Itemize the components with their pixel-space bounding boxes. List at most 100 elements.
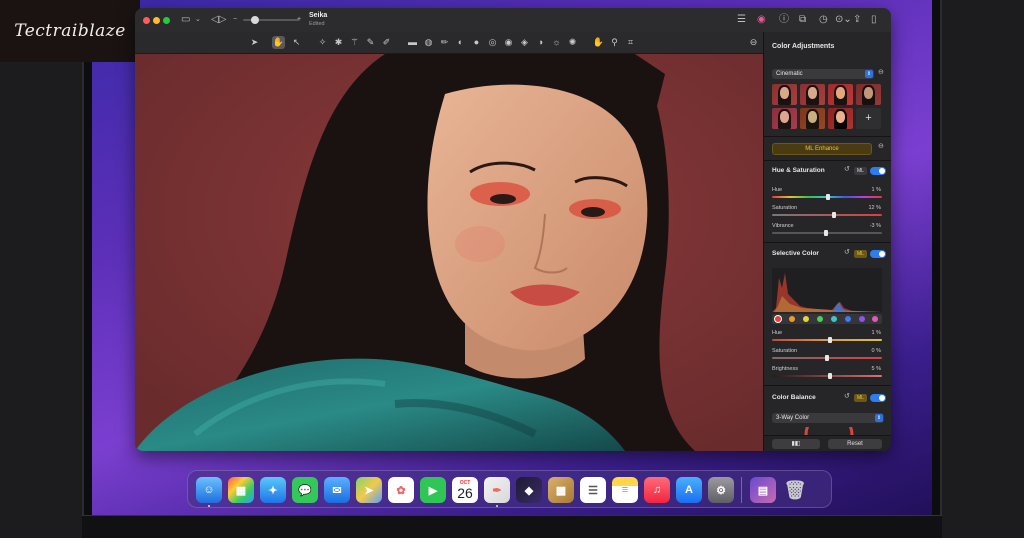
zoom-tool-icon[interactable]: ⚲ bbox=[608, 36, 621, 49]
downloads-stack-icon[interactable]: ▤ bbox=[750, 477, 776, 503]
inspector-toggle-icon[interactable]: ▯ bbox=[871, 13, 877, 27]
saturation-slider-knob[interactable] bbox=[832, 212, 836, 218]
notes-icon[interactable]: ≡ bbox=[612, 477, 638, 503]
close-window-button[interactable] bbox=[143, 17, 150, 24]
preset-thumbnail[interactable] bbox=[856, 84, 881, 105]
brightness-slider[interactable] bbox=[772, 373, 882, 379]
preset-thumbnail[interactable] bbox=[800, 84, 825, 105]
more-tools-icon[interactable]: ⊖ bbox=[747, 36, 760, 49]
info-icon[interactable]: ⓘ bbox=[779, 13, 789, 27]
smudge-tool-icon[interactable]: ✏ bbox=[438, 36, 451, 49]
vibrance-slider[interactable] bbox=[772, 230, 882, 236]
add-preset-button[interactable]: + bbox=[856, 108, 881, 129]
blue-swatch[interactable] bbox=[845, 316, 851, 322]
selective-saturation-slider-knob[interactable] bbox=[825, 355, 829, 361]
color-adjustments-icon[interactable]: ◉ bbox=[757, 13, 766, 27]
mail-icon[interactable]: ✉ bbox=[324, 477, 350, 503]
hue-slider[interactable] bbox=[772, 194, 882, 200]
safari-icon[interactable]: ✦ bbox=[260, 477, 286, 503]
sidebar-toggle-icon[interactable]: ▭ bbox=[181, 13, 190, 27]
calendar-icon[interactable]: OCT 26 bbox=[452, 477, 478, 503]
crop-tool-icon[interactable]: ⧉ bbox=[799, 13, 806, 27]
brightness-slider-knob[interactable] bbox=[828, 373, 832, 379]
app-store-icon[interactable]: A bbox=[676, 477, 702, 503]
share-icon[interactable]: ⇪ bbox=[853, 13, 861, 27]
blur-tool-icon[interactable]: ● bbox=[470, 36, 483, 49]
facetime-icon[interactable]: ▶ bbox=[420, 477, 446, 503]
yellow-swatch[interactable] bbox=[803, 316, 809, 322]
preset-thumbnail[interactable] bbox=[772, 108, 797, 129]
preset-thumbnail[interactable] bbox=[828, 108, 853, 129]
orange-swatch[interactable] bbox=[789, 316, 795, 322]
image-canvas[interactable] bbox=[135, 54, 763, 451]
more-options-icon[interactable]: ⊙⌄ bbox=[835, 13, 852, 27]
dodge-tool-icon[interactable]: ◉ bbox=[502, 36, 515, 49]
reset-hue-saturation-icon[interactable]: ↺ bbox=[844, 165, 850, 173]
zoom-out-icon[interactable]: − bbox=[233, 13, 237, 27]
select-tool-icon[interactable]: ✋ bbox=[272, 36, 285, 49]
sharpen-tool-icon[interactable]: ◎ bbox=[486, 36, 499, 49]
heal-tool-icon[interactable]: ✱ bbox=[332, 36, 345, 49]
music-icon[interactable]: ♫ bbox=[644, 477, 670, 503]
minimize-window-button[interactable] bbox=[153, 17, 160, 24]
selective-color-toggle[interactable] bbox=[870, 250, 886, 258]
notes-app-icon[interactable]: ▩ bbox=[548, 477, 574, 503]
compare-icon[interactable]: ◁▷ bbox=[211, 13, 226, 27]
hue-saturation-toggle[interactable] bbox=[870, 167, 886, 175]
retouch-tool-icon[interactable]: ✧ bbox=[316, 36, 329, 49]
reminders-icon[interactable]: ☰ bbox=[580, 477, 606, 503]
effects-tool-icon[interactable]: ✺ bbox=[566, 36, 579, 49]
color-balance-mode-dropdown[interactable]: 3-Way Color ⇕ bbox=[772, 413, 884, 423]
eraser-tool-icon[interactable]: ▬ bbox=[406, 36, 419, 49]
messages-icon[interactable]: 💬 bbox=[292, 477, 318, 503]
red-swatch[interactable] bbox=[775, 316, 781, 322]
launchpad-icon[interactable]: ▦ bbox=[228, 477, 254, 503]
crop-icon[interactable]: ⌗ bbox=[624, 36, 637, 49]
chevron-down-icon[interactable]: ⌄ bbox=[195, 13, 201, 27]
burn-tool-icon[interactable]: ◈ bbox=[518, 36, 531, 49]
compare-toggle-button[interactable]: ▮◧ bbox=[772, 439, 820, 449]
ml-enhance-button[interactable]: ML Enhance bbox=[772, 143, 872, 155]
selective-saturation-slider[interactable] bbox=[772, 355, 882, 361]
pointer-tool-icon[interactable]: ➤ bbox=[248, 36, 261, 49]
purple-swatch[interactable] bbox=[859, 316, 865, 322]
reset-color-balance-icon[interactable]: ↺ bbox=[844, 392, 850, 400]
system-preferences-icon[interactable]: ⚙ bbox=[708, 477, 734, 503]
hue-saturation-ml-tag[interactable]: ML bbox=[854, 167, 867, 175]
bucket-tool-icon[interactable]: ◍ bbox=[422, 36, 435, 49]
clock-icon[interactable]: ◷ bbox=[819, 13, 828, 27]
zoom-slider-knob[interactable] bbox=[251, 16, 259, 24]
pixelmator-pro-icon[interactable]: ✒ bbox=[484, 477, 510, 503]
preset-thumbnail[interactable] bbox=[800, 108, 825, 129]
ml-enhance-options-icon[interactable]: ⊖ bbox=[878, 142, 884, 150]
selective-hue-slider-knob[interactable] bbox=[828, 337, 832, 343]
trash-icon[interactable]: 🗑 bbox=[782, 477, 808, 503]
shortcuts-icon[interactable]: ◆ bbox=[516, 477, 542, 503]
brush-tool-icon[interactable]: ✎ bbox=[364, 36, 377, 49]
contrast-tool-icon[interactable]: ◑ bbox=[534, 36, 547, 49]
magenta-swatch[interactable] bbox=[872, 316, 878, 322]
reset-button[interactable]: Reset bbox=[828, 439, 882, 449]
color-balance-ml-tag[interactable]: ML bbox=[854, 394, 867, 402]
selective-color-ml-tag[interactable]: ML bbox=[854, 250, 867, 258]
pen-tool-icon[interactable]: ✐ bbox=[380, 36, 393, 49]
selective-hue-slider[interactable] bbox=[772, 337, 882, 343]
reset-selective-color-icon[interactable]: ↺ bbox=[844, 248, 850, 256]
finder-icon[interactable]: ☺ bbox=[196, 477, 222, 503]
hand-tool-icon[interactable]: ✋ bbox=[592, 36, 605, 49]
saturation-slider[interactable] bbox=[772, 212, 882, 218]
preset-thumbnail[interactable] bbox=[772, 84, 797, 105]
preset-options-icon[interactable]: ⊖ bbox=[878, 68, 884, 76]
photos-icon[interactable]: ✿ bbox=[388, 477, 414, 503]
zoom-in-icon[interactable]: + bbox=[297, 13, 301, 27]
cyan-swatch[interactable] bbox=[831, 316, 837, 322]
hue-slider-knob[interactable] bbox=[826, 194, 830, 200]
sponge-tool-icon[interactable]: ◐ bbox=[454, 36, 467, 49]
vibrance-slider-knob[interactable] bbox=[824, 230, 828, 236]
zoom-window-button[interactable] bbox=[163, 17, 170, 24]
preset-dropdown[interactable]: Cinematic ⇕ bbox=[772, 69, 874, 79]
preset-thumbnail[interactable] bbox=[828, 84, 853, 105]
magic-wand-icon[interactable]: ⚚ bbox=[348, 36, 361, 49]
transform-tool-icon[interactable]: ↖ bbox=[290, 36, 303, 49]
layers-icon[interactable]: ☰ bbox=[737, 13, 746, 27]
